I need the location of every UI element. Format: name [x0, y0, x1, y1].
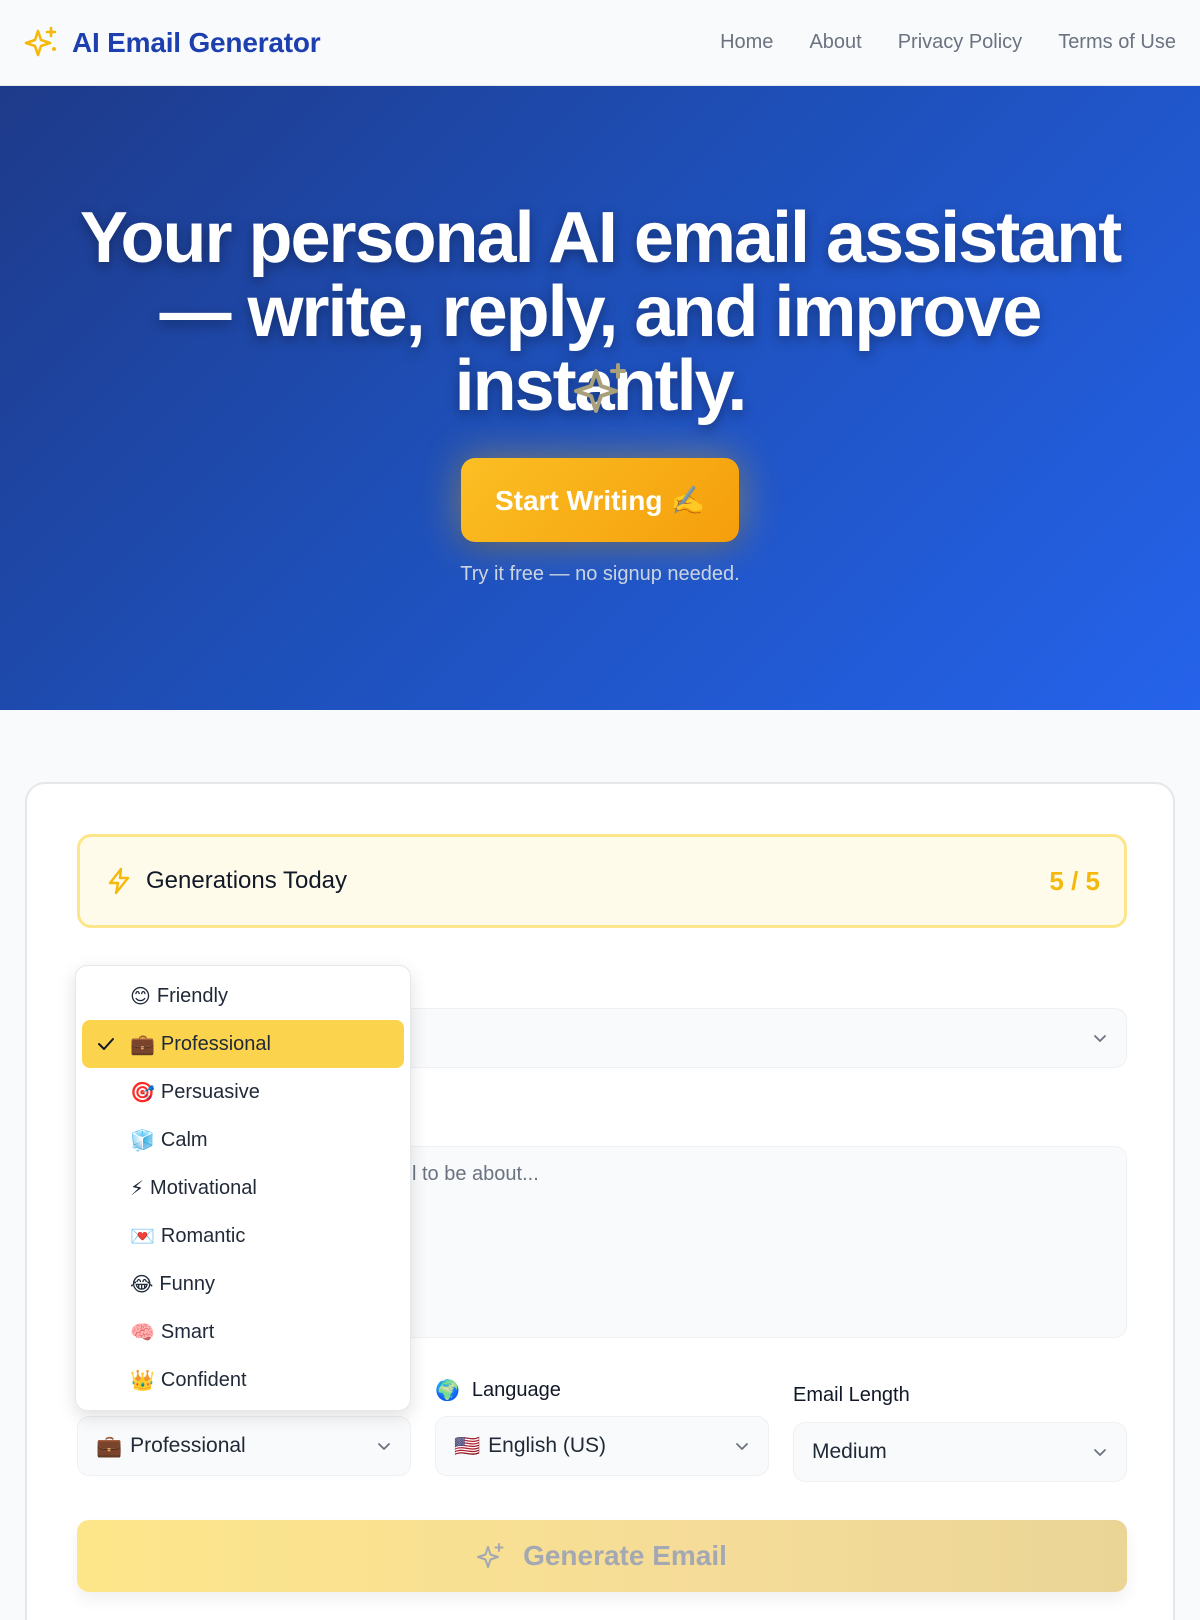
tone-option-label: Smart [160, 1320, 215, 1343]
main-nav: Home About Privacy Policy Terms of Use [720, 31, 1176, 54]
generations-label: Generations Today [146, 867, 348, 894]
tone-option-persuasive[interactable]: 🎯 Persuasive [82, 1068, 404, 1116]
tone-option-smart[interactable]: 🧠 Smart [82, 1308, 404, 1356]
tone-option-funny[interactable]: 😂 Funny [82, 1260, 404, 1308]
brand[interactable]: AI Email Generator [24, 25, 321, 61]
sparkles-icon [477, 1543, 504, 1568]
tone-option-label: Motivational [150, 1176, 257, 1199]
brain-icon: 🧠 [130, 1320, 155, 1344]
tone-option-label: Professional [160, 1032, 271, 1055]
smiling-face-icon: 😊 [130, 984, 151, 1008]
ice-cube-icon: 🧊 [130, 1128, 155, 1152]
generate-email-label: Generate Email [523, 1540, 727, 1571]
sparkles-icon [570, 361, 630, 421]
tone-option-friendly[interactable]: 😊 Friendly [82, 972, 404, 1020]
tone-option-label: Persuasive [160, 1080, 260, 1103]
start-writing-button[interactable]: Start Writing ✍️ [461, 458, 739, 542]
chevron-down-icon [1094, 1035, 1106, 1042]
lightning-icon [104, 866, 134, 896]
us-flag-icon: 🇺🇸 [454, 1433, 481, 1458]
love-letter-icon: 💌 [130, 1224, 155, 1248]
checkmark-icon [98, 1038, 114, 1050]
sparkles-icon [24, 25, 60, 61]
generate-email-button[interactable]: Generate Email [77, 1520, 1127, 1592]
tone-value: Professional [130, 1434, 246, 1457]
tone-option-label: Calm [160, 1128, 208, 1151]
language-label-text: Language [471, 1378, 561, 1401]
lightning-icon: ⚡ [130, 1176, 145, 1200]
tone-option-romantic[interactable]: 💌 Romantic [82, 1212, 404, 1260]
tone-option-professional[interactable]: 💼 Professional [82, 1020, 404, 1068]
hero-section: Your personal AI email assistant — write… [0, 86, 1200, 710]
crown-icon: 👑 [130, 1368, 155, 1392]
globe-icon: 🌍 [435, 1378, 460, 1402]
tone-option-label: Romantic [160, 1224, 246, 1247]
chevron-down-icon [736, 1443, 748, 1450]
email-length-select[interactable]: Medium [793, 1422, 1127, 1482]
email-length-label: Email Length [793, 1384, 910, 1407]
chevron-down-icon [378, 1443, 390, 1450]
nav-terms-of-use[interactable]: Terms of Use [1058, 31, 1176, 54]
top-navbar: AI Email Generator Home About Privacy Po… [0, 0, 1200, 86]
tone-option-calm[interactable]: 🧊 Calm [82, 1116, 404, 1164]
generations-counter: Generations Today 5 / 5 [77, 834, 1127, 928]
tone-option-label: Funny [159, 1272, 215, 1295]
tone-option-motivational[interactable]: ⚡ Motivational [82, 1164, 404, 1212]
nav-privacy-policy[interactable]: Privacy Policy [898, 31, 1022, 54]
hero-subtitle: Try it free — no signup needed. [460, 563, 740, 585]
generations-count: 5 / 5 [1049, 865, 1100, 896]
briefcase-icon: 💼 [96, 1433, 123, 1458]
tone-select[interactable]: 💼 Professional [77, 1416, 411, 1476]
language-value: English (US) [488, 1434, 607, 1457]
tone-option-label: Friendly [156, 984, 228, 1007]
nav-home[interactable]: Home [720, 31, 773, 54]
email-length-value: Medium [812, 1440, 887, 1463]
tone-dropdown-menu: 😊 Friendly 💼 Professional 🎯 Persuasive 🧊… [75, 965, 411, 1411]
chevron-down-icon [1094, 1449, 1106, 1456]
language-label: 🌍 Language [435, 1378, 561, 1402]
laughing-face-icon: 😂 [130, 1272, 154, 1296]
prompt-placeholder: l to be about... [412, 1163, 539, 1185]
briefcase-icon: 💼 [130, 1032, 155, 1056]
app-title: AI Email Generator [72, 26, 321, 58]
target-icon: 🎯 [130, 1080, 155, 1104]
nav-about[interactable]: About [809, 31, 861, 54]
email-length-label-text: Email Length [793, 1384, 910, 1406]
language-select[interactable]: 🇺🇸 English (US) [435, 1416, 769, 1476]
tone-option-label: Confident [160, 1368, 247, 1391]
tone-option-confident[interactable]: 👑 Confident [82, 1356, 404, 1404]
